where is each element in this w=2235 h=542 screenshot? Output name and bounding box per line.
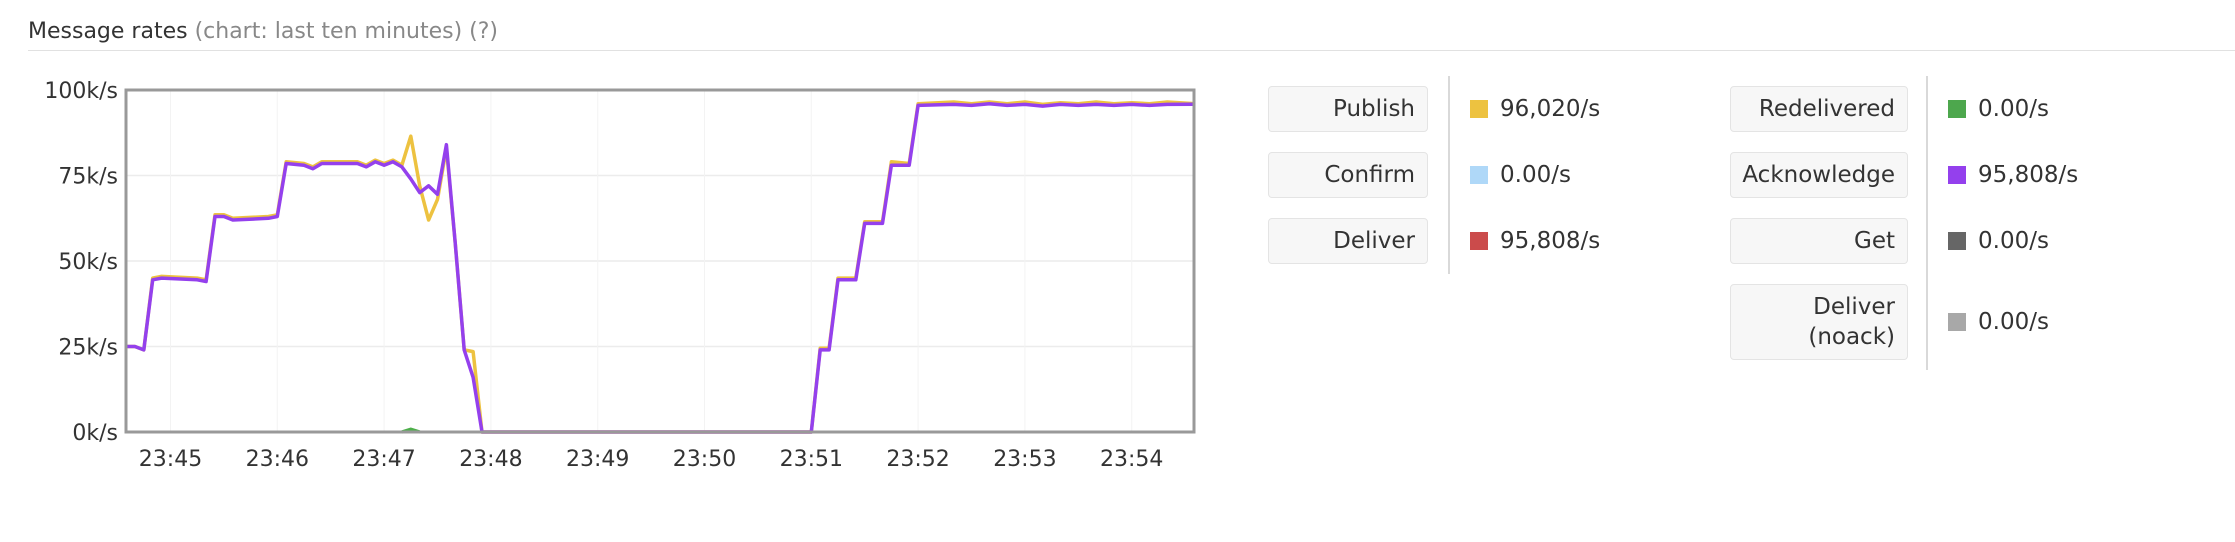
legend-value-text: 0.00/s (1978, 309, 2049, 335)
x-tick-label: 23:50 (673, 447, 736, 472)
legend-toggle-deliver[interactable]: Deliver (1268, 218, 1428, 264)
y-tick-label: 100k/s (44, 79, 118, 104)
x-tick-label: 23:49 (566, 447, 629, 472)
y-axis-ticks: 0k/s 25k/s 50k/s 75k/s 100k/s (44, 79, 118, 446)
series-line-publish (126, 100, 1195, 434)
legend-label-text: Redelivered (1758, 96, 1895, 122)
legend-value-confirm: 0.00/s (1470, 152, 1571, 198)
section-title: Message rates (28, 19, 188, 44)
help-link[interactable]: (?) (469, 19, 498, 44)
y-tick-label: 25k/s (58, 336, 118, 361)
legend-value-deliver-noack: 0.00/s (1948, 299, 2049, 345)
message-rates-chart: 0k/s25k/s50k/s75k/s100k/s 23:45 23:46 23:4… (44, 79, 1196, 472)
legend-swatch (1948, 313, 1966, 331)
legend-swatch (1948, 232, 1966, 250)
legend-toggle-deliver-noack[interactable]: Deliver (noack) (1730, 284, 1908, 360)
legend-value-deliver: 95,808/s (1470, 218, 1600, 264)
legend-value-text: 95,808/s (1978, 162, 2079, 188)
legend-swatch (1948, 100, 1966, 118)
legend-toggle-get[interactable]: Get (1730, 218, 1908, 264)
legend-label-text: Deliver (noack) (1808, 294, 1895, 350)
legend-value-get: 0.00/s (1948, 218, 2049, 264)
legend-value-text: 96,020/s (1500, 96, 1601, 122)
legend-swatch (1470, 100, 1488, 118)
x-tick-label: 23:47 (352, 447, 415, 472)
section-subtitle: (chart: last ten minutes) (194, 19, 463, 44)
legend-label-text: Publish (1333, 96, 1415, 122)
x-tick-label: 23:53 (993, 447, 1056, 472)
series-line-acknowledge (126, 101, 1195, 434)
legend-swatch (1470, 232, 1488, 250)
x-tick-label: 23:51 (780, 447, 843, 472)
legend-value-acknowledge: 95,808/s (1948, 152, 2078, 198)
y-tick-label: 75k/s (58, 165, 118, 190)
legend-label-text: Deliver (1333, 228, 1415, 254)
chart-grid (126, 89, 1194, 433)
x-tick-label: 23:54 (1100, 447, 1163, 472)
x-tick-label: 23:52 (886, 447, 949, 472)
legend-separator (1448, 76, 1450, 274)
legend-separator (1926, 76, 1928, 370)
legend-value-text: 0.00/s (1500, 162, 1571, 188)
x-tick-label: 23:46 (246, 447, 309, 472)
y-tick-label: 50k/s (58, 250, 118, 275)
legend-toggle-redelivered[interactable]: Redelivered (1730, 86, 1908, 132)
legend-value-redelivered: 0.00/s (1948, 86, 2049, 132)
legend-value-text: 0.00/s (1978, 96, 2049, 122)
legend-label-text: Confirm (1324, 162, 1415, 188)
message-rates-header: Message rates (chart: last ten minutes) … (28, 14, 2235, 51)
x-tick-label: 23:48 (459, 447, 522, 472)
legend-swatch (1470, 166, 1488, 184)
legend-label-text: Acknowledge (1742, 162, 1895, 188)
y-tick-label: 0k/s (72, 421, 118, 446)
legend-value-text: 95,808/s (1500, 228, 1601, 254)
legend-value-text: 0.00/s (1978, 228, 2049, 254)
legend-value-publish: 96,020/s (1470, 86, 1600, 132)
legend-toggle-confirm[interactable]: Confirm (1268, 152, 1428, 198)
legend-label-text: Get (1854, 228, 1895, 254)
chart-series (126, 100, 1195, 434)
x-tick-label: 23:45 (139, 447, 202, 472)
legend-toggle-publish[interactable]: Publish (1268, 86, 1428, 132)
legend-toggle-acknowledge[interactable]: Acknowledge (1730, 152, 1908, 198)
legend-swatch (1948, 166, 1966, 184)
x-axis-ticks: 23:45 23:46 23:47 23:48 23:49 23:50 23:51 23:52… (139, 447, 1164, 472)
